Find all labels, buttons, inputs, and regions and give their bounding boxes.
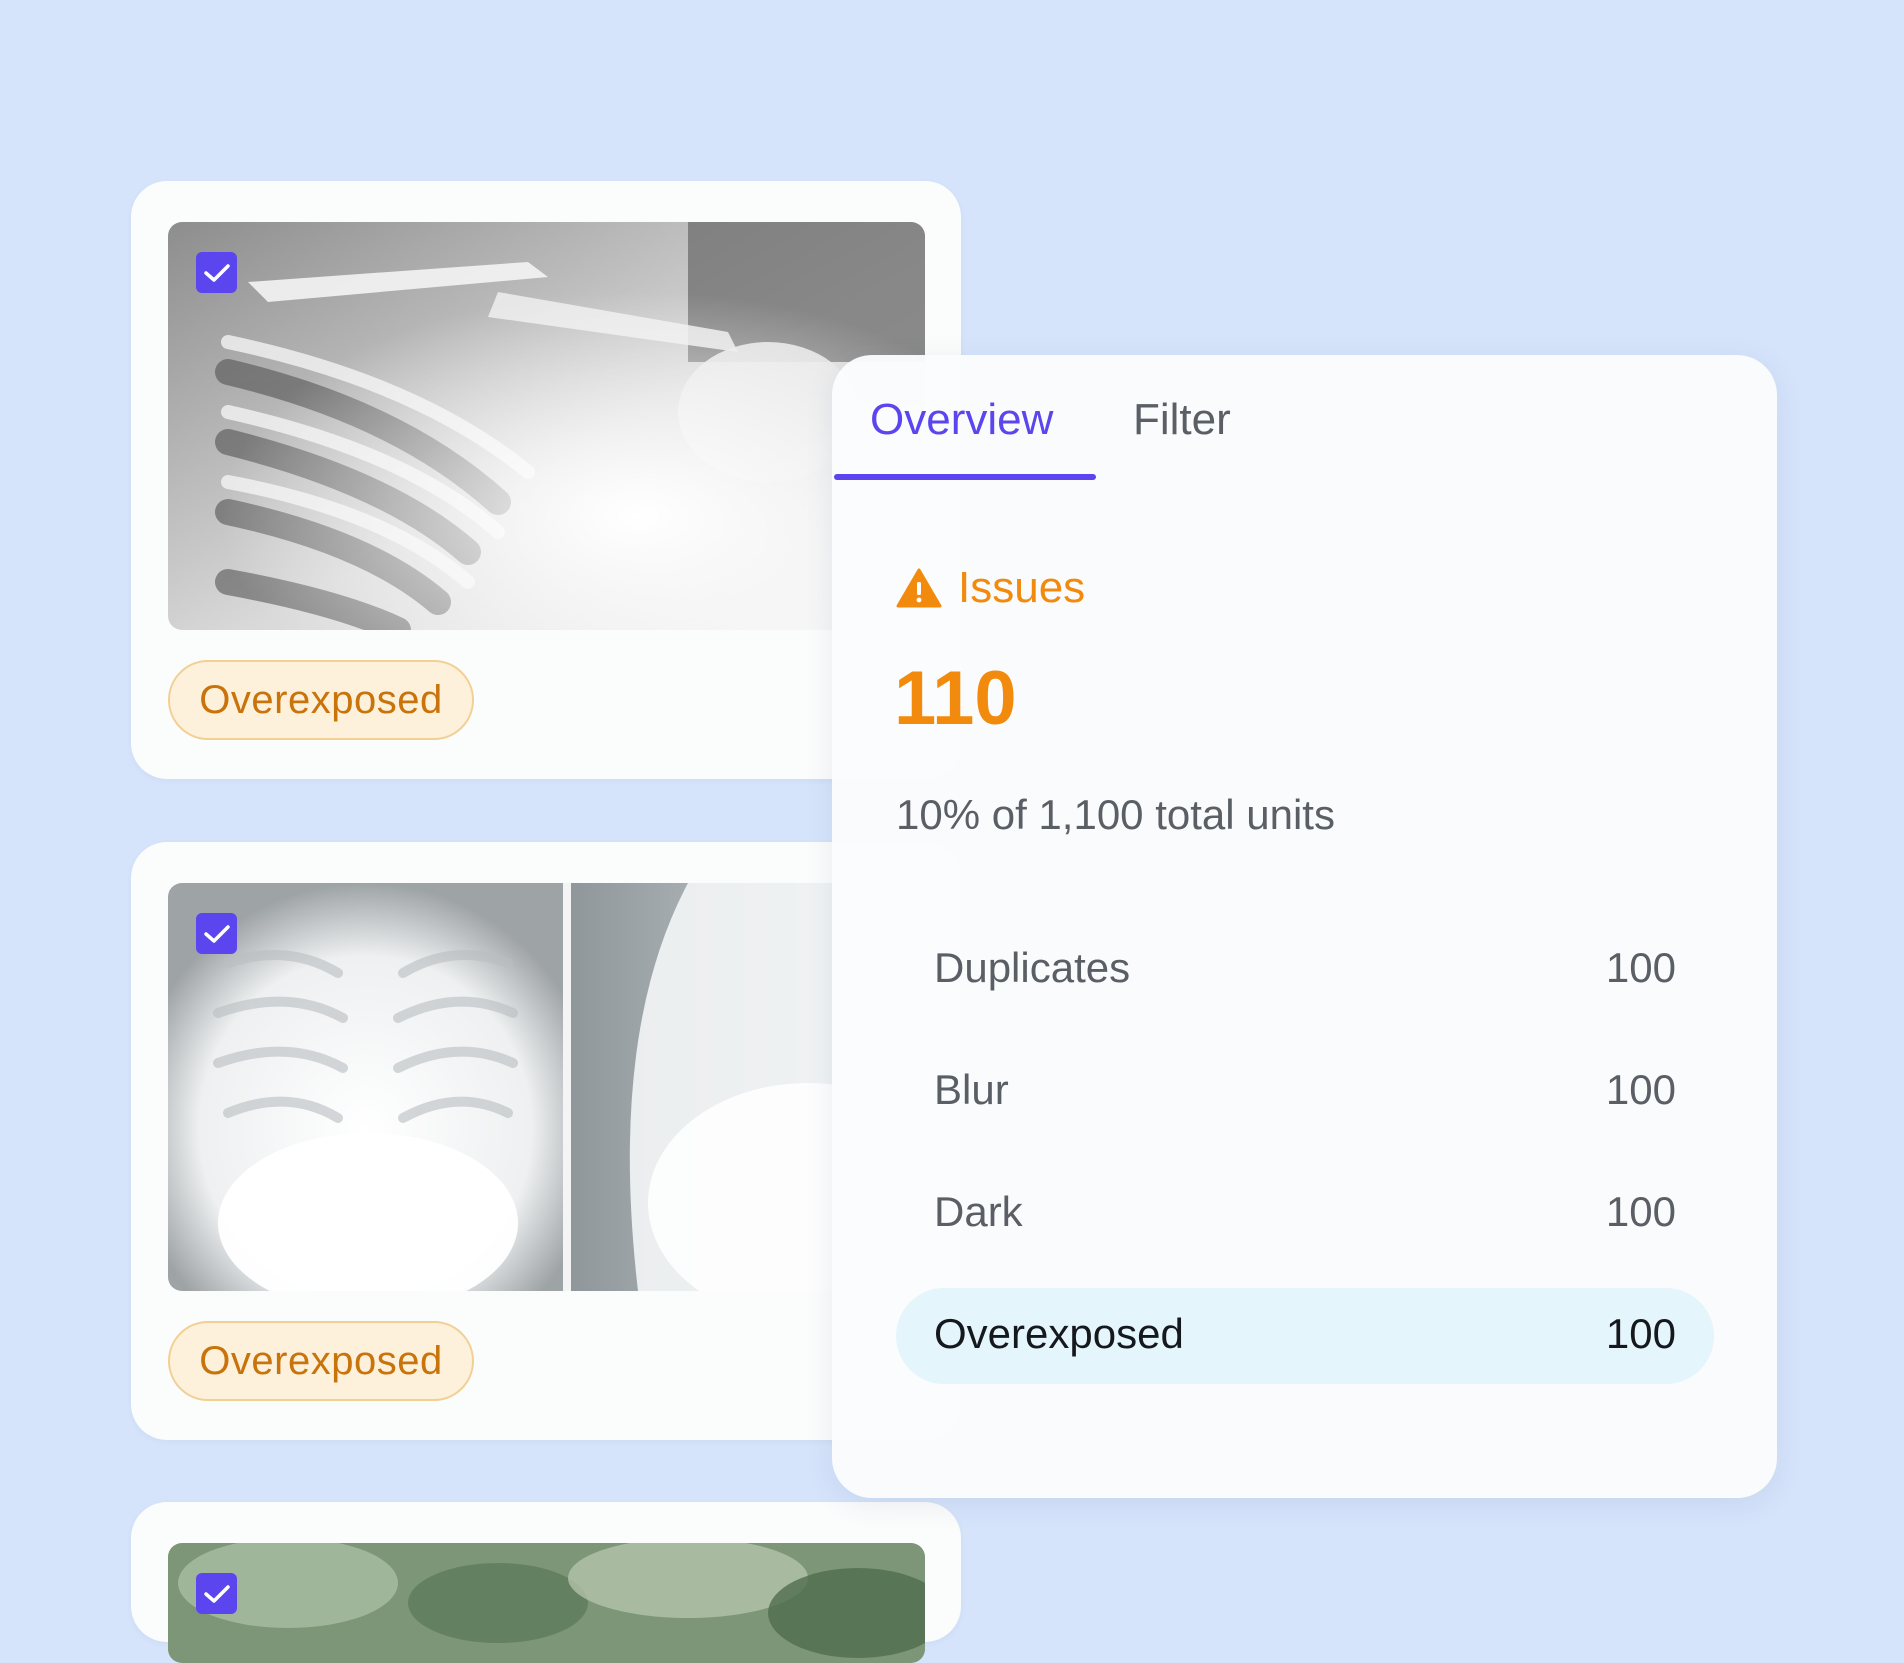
warning-triangle-icon — [896, 568, 942, 608]
issue-count: 100 — [1605, 1188, 1676, 1235]
issue-count: 100 — [1605, 944, 1676, 991]
issue-label: Dark — [934, 1188, 1023, 1235]
overexposed-tag: Overexposed — [168, 1321, 474, 1401]
issues-count: 110 — [894, 656, 1017, 741]
issue-row-overexposed[interactable]: Overexposed 100 — [896, 1288, 1714, 1384]
tab-bar: Overview Filter — [832, 355, 1777, 481]
select-checkbox[interactable] — [196, 913, 237, 954]
select-checkbox[interactable] — [196, 252, 237, 293]
issues-label: Issues — [958, 563, 1086, 612]
select-checkbox[interactable] — [196, 1573, 237, 1614]
issue-row-dark[interactable]: Dark 100 — [896, 1166, 1714, 1262]
x-ray-shoulder-image — [168, 222, 925, 630]
checkmark-icon — [203, 1584, 230, 1603]
issue-label: Duplicates — [934, 944, 1131, 991]
issue-count: 100 — [1605, 1310, 1676, 1357]
x-ray-chest-image — [168, 883, 925, 1291]
foliage-image — [168, 1543, 925, 1663]
overview-panel: Overview Filter Issues 110 10% of 1,100 … — [832, 355, 1777, 1498]
issue-row-duplicates[interactable]: Duplicates 100 — [896, 922, 1714, 1018]
issue-row-blur[interactable]: Blur 100 — [896, 1044, 1714, 1140]
issues-summary: 10% of 1,100 total units — [896, 791, 1335, 838]
checkmark-icon — [203, 263, 230, 282]
checkmark-icon — [203, 924, 230, 943]
issues-header: Issues — [896, 563, 1085, 613]
active-tab-indicator — [834, 474, 1096, 480]
issue-label: Blur — [934, 1066, 1009, 1113]
tab-filter[interactable]: Filter — [1133, 395, 1231, 445]
overexposed-tag: Overexposed — [168, 660, 474, 740]
issue-label: Overexposed — [934, 1310, 1184, 1357]
image-card[interactable] — [131, 1502, 961, 1663]
issue-count: 100 — [1605, 1066, 1676, 1113]
tab-overview[interactable]: Overview — [870, 395, 1053, 445]
